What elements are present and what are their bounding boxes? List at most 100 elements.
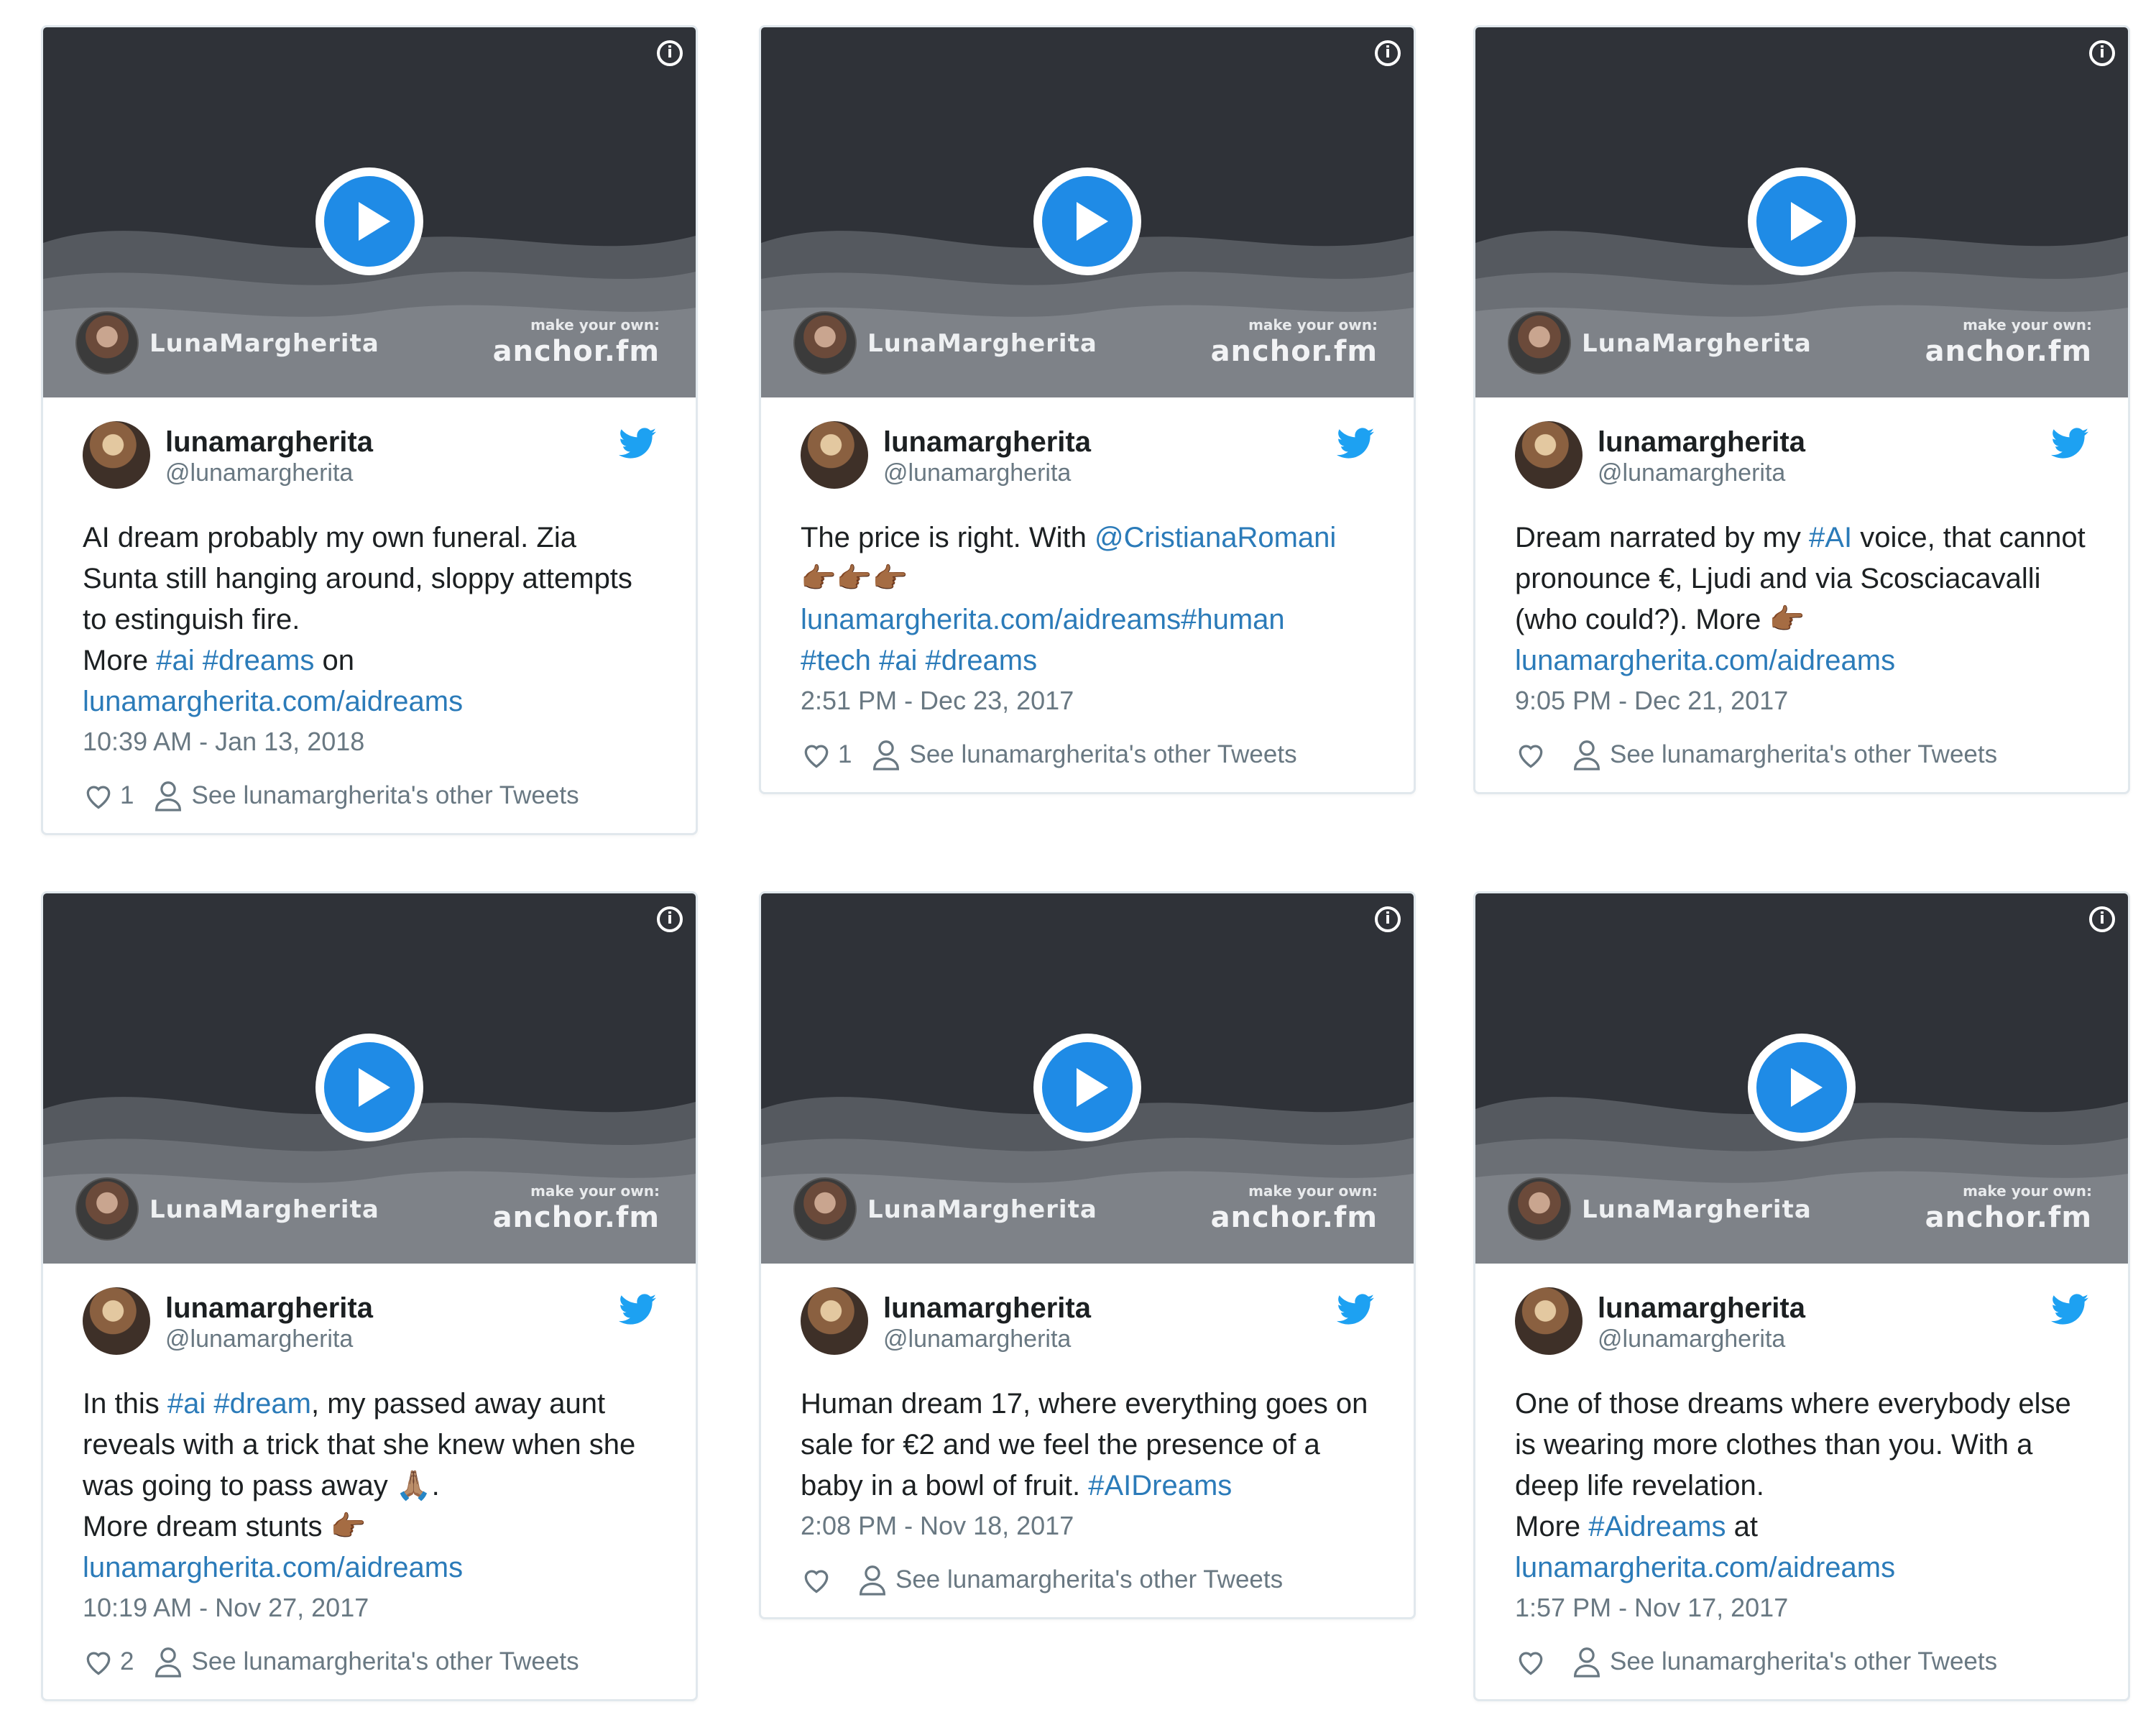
tweet-link[interactable]: lunamargherita.com/aidreams#human: [801, 604, 1285, 635]
tweet-link[interactable]: #dream: [213, 1388, 311, 1420]
see-other-tweets-link[interactable]: See lunamargherita's other Tweets: [909, 740, 1296, 769]
info-icon[interactable]: i: [2089, 906, 2115, 932]
heart-icon[interactable]: [801, 1564, 832, 1596]
tweet-link[interactable]: #ai: [167, 1388, 206, 1420]
anchor-fm-link[interactable]: anchor.fm: [1211, 1201, 1378, 1234]
tweet-body: lunamargherita @lunamargherita AI dream …: [43, 397, 696, 833]
handle[interactable]: @lunamargherita: [883, 459, 1071, 487]
tweet-actions: See lunamargherita's other Tweets: [1515, 1646, 2088, 1678]
see-other-tweets-link[interactable]: See lunamargherita's other Tweets: [895, 1565, 1283, 1594]
audio-player[interactable]: i LunaMargherita make your own: anchor.f…: [1475, 27, 2128, 397]
info-icon[interactable]: i: [1375, 906, 1401, 932]
tweet-body: lunamargherita @lunamargherita Dream nar…: [1475, 397, 2128, 792]
tweet-link[interactable]: #dreams: [926, 645, 1038, 676]
display-name[interactable]: lunamargherita: [1598, 1292, 1805, 1325]
twitter-bird-icon[interactable]: [619, 428, 656, 459]
play-button[interactable]: [1033, 167, 1141, 275]
avatar[interactable]: [1515, 421, 1583, 489]
play-icon: [1077, 1068, 1108, 1107]
tweet-text-segment: [195, 645, 203, 676]
anchor-fm-link[interactable]: anchor.fm: [1211, 335, 1378, 368]
tweet-link[interactable]: #ai: [156, 645, 194, 676]
tweet-card: i LunaMargherita make your own: anchor.f…: [1473, 891, 2130, 1701]
heart-icon[interactable]: [1515, 739, 1547, 770]
see-other-tweets-link[interactable]: See lunamargherita's other Tweets: [191, 781, 579, 810]
tweet-date[interactable]: 9:05 PM - Dec 21, 2017: [1515, 683, 2088, 719]
audio-player[interactable]: i LunaMargherita make your own: anchor.f…: [761, 893, 1414, 1264]
tweet-link[interactable]: #tech: [801, 645, 871, 676]
avatar[interactable]: [801, 1287, 868, 1355]
twitter-bird-icon[interactable]: [2051, 428, 2088, 459]
handle[interactable]: @lunamargherita: [165, 1325, 353, 1353]
tweet-date[interactable]: 10:19 AM - Nov 27, 2017: [83, 1590, 656, 1626]
player-avatar: [793, 311, 857, 374]
tweet-date[interactable]: 10:39 AM - Jan 13, 2018: [83, 724, 656, 760]
display-name[interactable]: lunamargherita: [165, 426, 373, 459]
tweet-link[interactable]: lunamargherita.com/aidreams: [1515, 645, 1895, 676]
twitter-bird-icon[interactable]: [1337, 1294, 1374, 1325]
tweet-text-segment: at: [1733, 1511, 1758, 1542]
twitter-bird-icon[interactable]: [619, 1294, 656, 1325]
player-author-name: LunaMargherita: [149, 329, 379, 358]
heart-icon[interactable]: [1515, 1646, 1547, 1678]
avatar[interactable]: [83, 1287, 150, 1355]
play-button[interactable]: [315, 167, 423, 275]
play-button[interactable]: [1748, 1034, 1856, 1141]
anchor-fm-link[interactable]: anchor.fm: [1925, 335, 2092, 368]
tweet-actions: 1 See lunamargherita's other Tweets: [83, 780, 656, 811]
anchor-fm-link[interactable]: anchor.fm: [1925, 1201, 2092, 1234]
twitter-bird-icon[interactable]: [1337, 428, 1374, 459]
display-name[interactable]: lunamargherita: [883, 1292, 1091, 1325]
avatar[interactable]: [83, 421, 150, 489]
info-icon[interactable]: i: [657, 40, 683, 66]
player-author-name: LunaMargherita: [149, 1195, 379, 1224]
tweet-link[interactable]: lunamargherita.com/aidreams: [83, 1552, 463, 1583]
audio-player[interactable]: i LunaMargherita make your own: anchor.f…: [761, 27, 1414, 397]
tweet-link[interactable]: #ai: [879, 645, 917, 676]
audio-player[interactable]: i LunaMargherita make your own: anchor.f…: [43, 27, 696, 397]
tweet-link[interactable]: #AI: [1809, 522, 1852, 553]
make-your-own-label: make your own:: [530, 316, 660, 334]
tweet-link[interactable]: lunamargherita.com/aidreams: [83, 686, 463, 717]
heart-icon[interactable]: [83, 1646, 114, 1678]
info-icon[interactable]: i: [657, 906, 683, 932]
person-icon: [1573, 1647, 1600, 1678]
tweet-body: lunamargherita @lunamargherita In this #…: [43, 1264, 696, 1699]
tweet-link[interactable]: #Aidreams: [1588, 1511, 1726, 1542]
tweet-link[interactable]: #AIDreams: [1088, 1470, 1232, 1501]
tweet-link[interactable]: @CristianaRomani: [1095, 522, 1336, 553]
see-other-tweets-link[interactable]: See lunamargherita's other Tweets: [1610, 1647, 1997, 1676]
tweet-text-segment: [871, 645, 879, 676]
tweet-date[interactable]: 2:51 PM - Dec 23, 2017: [801, 683, 1374, 719]
anchor-fm-link[interactable]: anchor.fm: [493, 1201, 660, 1234]
play-icon: [1791, 202, 1823, 241]
tweet-link[interactable]: #dreams: [203, 645, 315, 676]
tweet-date[interactable]: 2:08 PM - Nov 18, 2017: [801, 1508, 1374, 1544]
play-button[interactable]: [1033, 1034, 1141, 1141]
audio-player[interactable]: i LunaMargherita make your own: anchor.f…: [1475, 893, 2128, 1264]
player-avatar: [75, 311, 139, 374]
see-other-tweets-link[interactable]: See lunamargherita's other Tweets: [1610, 740, 1997, 769]
audio-player[interactable]: i LunaMargherita make your own: anchor.f…: [43, 893, 696, 1264]
handle[interactable]: @lunamargherita: [165, 459, 353, 487]
twitter-bird-icon[interactable]: [2051, 1294, 2088, 1325]
tweet-text-segment: 👉🏾👉🏾👉🏾: [801, 563, 908, 594]
display-name[interactable]: lunamargherita: [883, 426, 1091, 459]
info-icon[interactable]: i: [2089, 40, 2115, 66]
display-name[interactable]: lunamargherita: [1598, 426, 1805, 459]
avatar[interactable]: [801, 421, 868, 489]
handle[interactable]: @lunamargherita: [1598, 459, 1785, 487]
heart-icon[interactable]: [83, 780, 114, 811]
avatar[interactable]: [1515, 1287, 1583, 1355]
see-other-tweets-link[interactable]: See lunamargherita's other Tweets: [191, 1647, 579, 1676]
anchor-fm-link[interactable]: anchor.fm: [493, 335, 660, 368]
play-button[interactable]: [315, 1034, 423, 1141]
tweet-link[interactable]: lunamargherita.com/aidreams: [1515, 1552, 1895, 1583]
info-icon[interactable]: i: [1375, 40, 1401, 66]
handle[interactable]: @lunamargherita: [883, 1325, 1071, 1353]
play-button[interactable]: [1748, 167, 1856, 275]
heart-icon[interactable]: [801, 739, 832, 770]
handle[interactable]: @lunamargherita: [1598, 1325, 1785, 1353]
tweet-date[interactable]: 1:57 PM - Nov 17, 2017: [1515, 1590, 2088, 1626]
display-name[interactable]: lunamargherita: [165, 1292, 373, 1325]
